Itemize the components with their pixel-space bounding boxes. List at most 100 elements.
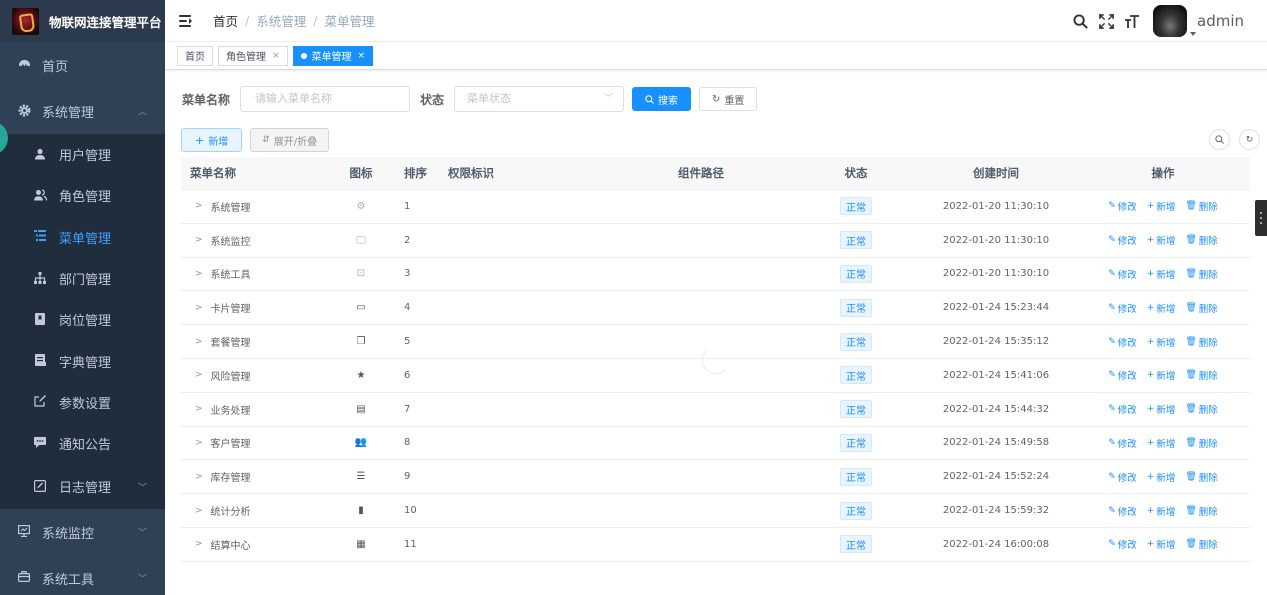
expand-button-label: 展开/折叠 — [273, 136, 318, 148]
add-child-button[interactable]: + 新增 — [1147, 335, 1176, 349]
edit-button[interactable]: ✎ 修改 — [1108, 233, 1137, 247]
chevron-right-icon[interactable]: > — [195, 438, 203, 448]
document-icon: ▤ — [356, 403, 366, 415]
table-row[interactable]: > 库存管理 ☰ 9 正常 2022-01-24 15:52:24 ✎ 修改 + 新… — [181, 460, 1250, 495]
sidebar-item-monitor[interactable]: 系统监控 ﹀ — [0, 509, 165, 555]
tag-roles[interactable]: 角色管理 × — [218, 45, 288, 66]
add-child-button[interactable]: + 新增 — [1147, 504, 1176, 518]
chevron-right-icon[interactable]: > — [195, 303, 203, 313]
fullscreen-icon[interactable] — [1093, 8, 1119, 34]
sidebar-item-menus[interactable]: 菜单管理 — [0, 217, 165, 258]
status-badge: 正常 — [840, 433, 872, 452]
edit-button[interactable]: ✎ 修改 — [1108, 504, 1137, 518]
table-row[interactable]: > 业务处理 ▤ 7 正常 2022-01-24 15:44:32 ✎ 修改 + 新… — [181, 393, 1250, 427]
chevron-right-icon[interactable]: > — [195, 370, 203, 380]
hamburger-icon[interactable] — [179, 14, 193, 28]
sidebar-item-depts[interactable]: 部门管理 — [0, 258, 165, 299]
chevron-right-icon[interactable]: > — [195, 235, 203, 245]
delete-button[interactable]: 🗑 删除 — [1185, 335, 1217, 349]
edit-button[interactable]: ✎ 修改 — [1108, 335, 1137, 349]
reset-button[interactable]: ↻ 重置 — [699, 87, 758, 111]
sidebar-item-posts[interactable]: 岗位管理 — [0, 299, 165, 340]
edit-button[interactable]: ✎ 修改 — [1108, 537, 1137, 551]
sidebar-item-notice[interactable]: 通知公告 — [0, 423, 165, 464]
add-child-button[interactable]: + 新增 — [1147, 470, 1176, 484]
edit-button[interactable]: ✎ 修改 — [1108, 470, 1137, 484]
edit-button[interactable]: ✎ 修改 — [1108, 402, 1137, 416]
delete-button[interactable]: 🗑 删除 — [1185, 368, 1217, 382]
edit-button[interactable]: ✎ 修改 — [1108, 301, 1137, 315]
delete-button[interactable]: 🗑 删除 — [1185, 199, 1217, 213]
table-row[interactable]: > 统计分析 ▮ 10 正常 2022-01-24 15:59:32 ✎ 修改 +… — [181, 494, 1250, 528]
add-child-button[interactable]: + 新增 — [1147, 199, 1176, 213]
table-icon: ▦ — [356, 538, 366, 550]
table-row[interactable]: > 系统管理 ⚙ 1 正常 2022-01-20 11:30:10 ✎ 修改 + 新… — [181, 190, 1250, 224]
logo-bar[interactable]: 物联网连接管理平台 — [0, 0, 165, 42]
sidebar-item-system[interactable]: 系统管理 ︿ — [0, 88, 165, 134]
toolbox-icon — [17, 571, 31, 585]
tag-home[interactable]: 首页 — [177, 45, 213, 66]
expand-collapse-button[interactable]: ⇵ 展开/折叠 — [250, 128, 330, 152]
add-child-button[interactable]: + 新增 — [1147, 301, 1176, 315]
table-row[interactable]: > 系统工具 ⊡ 3 正常 2022-01-20 11:30:10 ✎ 修改 + 新… — [181, 258, 1250, 292]
delete-button[interactable]: 🗑 删除 — [1185, 402, 1217, 416]
sidebar-item-config[interactable]: 参数设置 — [0, 382, 165, 423]
close-icon[interactable]: × — [358, 51, 366, 61]
sidebar-item-users[interactable]: 用户管理 — [0, 134, 165, 175]
delete-button[interactable]: 🗑 删除 — [1185, 233, 1217, 247]
add-child-button[interactable]: + 新增 — [1147, 233, 1176, 247]
delete-button[interactable]: 🗑 删除 — [1185, 537, 1217, 551]
table-row[interactable]: > 客户管理 👥 8 正常 2022-01-24 15:49:58 ✎ 修改 + 新… — [181, 427, 1250, 461]
chevron-right-icon[interactable]: > — [195, 269, 203, 279]
sidebar-item-home[interactable]: 首页 — [0, 42, 165, 88]
sidebar-item-roles[interactable]: 角色管理 — [0, 175, 165, 216]
ops-cell: ✎ 修改 + 新增 🗑 删除 — [1076, 359, 1250, 392]
menu-name: 业务处理 — [210, 405, 251, 417]
sidebar-item-tools[interactable]: 系统工具 ﹀ — [0, 555, 165, 595]
header-cell: 操作 — [1151, 166, 1175, 180]
menu-name-input[interactable]: 请输入菜单名称 — [240, 86, 411, 112]
sidebar-item-logs[interactable]: 日志管理 ﹀ — [0, 464, 165, 509]
scrollbar[interactable] — [1255, 200, 1267, 236]
chevron-right-icon[interactable]: > — [195, 506, 203, 516]
delete-button[interactable]: 🗑 删除 — [1185, 267, 1217, 281]
time-cell: 2022-01-20 11:30:10 — [942, 268, 1050, 280]
time-cell: 2022-01-24 15:44:32 — [942, 403, 1050, 415]
edit-button[interactable]: ✎ 修改 — [1108, 436, 1137, 450]
chevron-right-icon[interactable]: > — [195, 201, 203, 211]
table-row[interactable]: > 卡片管理 ▭ 4 正常 2022-01-24 15:23:44 ✎ 修改 + 新… — [181, 291, 1250, 326]
breadcrumb-item[interactable]: 首页 — [213, 11, 238, 30]
avatar[interactable] — [1153, 5, 1196, 37]
plus-icon: + — [1146, 437, 1155, 448]
search-icon[interactable] — [1067, 8, 1093, 34]
status-select[interactable]: 菜单状态 ﹀ — [454, 86, 625, 112]
edit-button[interactable]: ✎ 修改 — [1108, 267, 1137, 281]
table-row[interactable]: > 结算中心 ▦ 11 正常 2022-01-24 16:00:08 ✎ 修改 +… — [181, 528, 1250, 562]
sidebar-item-dict[interactable]: 字典管理 — [0, 340, 165, 381]
edit-button[interactable]: ✎ 修改 — [1108, 199, 1137, 213]
add-button[interactable]: + 新增 — [181, 128, 243, 152]
add-child-button[interactable]: + 新增 — [1147, 402, 1176, 416]
add-child-button[interactable]: + 新增 — [1147, 436, 1176, 450]
delete-button[interactable]: 🗑 删除 — [1185, 301, 1217, 315]
delete-button[interactable]: 🗑 删除 — [1185, 436, 1217, 450]
table-row[interactable]: > 系统监控 🖵 2 正常 2022-01-20 11:30:10 ✎ 修改 + 新… — [181, 224, 1250, 258]
search-toggle-icon[interactable] — [1209, 129, 1230, 150]
chevron-right-icon[interactable]: > — [195, 337, 203, 347]
add-child-button[interactable]: + 新增 — [1147, 267, 1176, 281]
chevron-right-icon[interactable]: > — [195, 404, 203, 414]
refresh-icon[interactable]: ↻ — [1239, 129, 1260, 150]
font-size-icon[interactable] — [1119, 8, 1145, 34]
chevron-down-icon: ﹀ — [137, 574, 147, 585]
delete-button[interactable]: 🗑 删除 — [1185, 504, 1217, 518]
add-child-button[interactable]: + 新增 — [1147, 537, 1176, 551]
close-icon[interactable]: × — [272, 51, 280, 61]
chevron-right-icon[interactable]: > — [195, 539, 203, 549]
add-child-button[interactable]: + 新增 — [1147, 368, 1176, 382]
username[interactable]: admin — [1197, 12, 1244, 30]
chevron-right-icon[interactable]: > — [195, 472, 203, 482]
search-button[interactable]: 搜索 — [632, 87, 692, 111]
edit-button[interactable]: ✎ 修改 — [1108, 368, 1137, 382]
tag-menus[interactable]: 菜单管理 × — [292, 45, 374, 66]
delete-button[interactable]: 🗑 删除 — [1185, 470, 1217, 484]
